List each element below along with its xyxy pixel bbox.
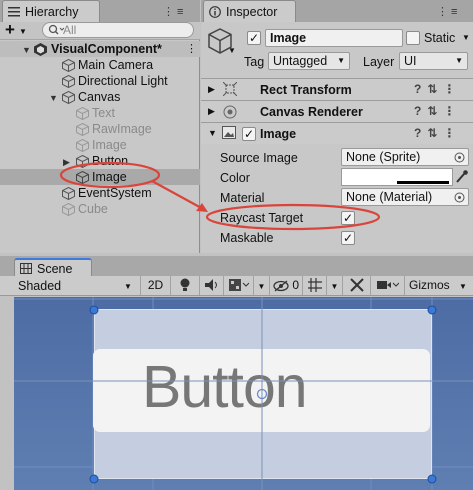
annotation-overlay	[59, 161, 381, 231]
